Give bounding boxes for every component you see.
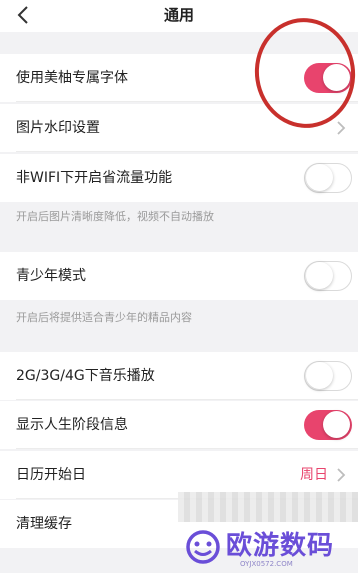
data-saving-note: 开启后图片清晰度降低，视频不自动播放 bbox=[16, 210, 214, 223]
toggle-knob bbox=[323, 411, 350, 438]
row-label: 日历开始日 bbox=[16, 467, 86, 483]
row-data-saving[interactable]: 非WIFI下开启省流量功能 bbox=[0, 154, 358, 202]
blurred-region bbox=[178, 492, 358, 522]
row-label: 非WIFI下开启省流量功能 bbox=[16, 170, 173, 186]
row-label: 显示人生阶段信息 bbox=[16, 417, 128, 433]
row-music-playback[interactable]: 2G/3G/4G下音乐播放 bbox=[0, 352, 358, 400]
watermark-logo-icon bbox=[186, 530, 220, 564]
row-label: 图片水印设置 bbox=[16, 120, 100, 136]
chevron-right-icon bbox=[337, 121, 346, 135]
watermark-subtext: OYJX0572.COM bbox=[240, 560, 293, 568]
watermark: 欧游数码 OYJX0572.COM bbox=[180, 522, 358, 573]
row-teen-mode[interactable]: 青少年模式 bbox=[0, 252, 358, 300]
chevron-right-icon bbox=[337, 468, 346, 482]
row-label: 2G/3G/4G下音乐播放 bbox=[16, 368, 155, 384]
row-life-stage[interactable]: 显示人生阶段信息 bbox=[0, 401, 358, 449]
row-label: 青少年模式 bbox=[16, 268, 86, 284]
music-playback-toggle[interactable] bbox=[304, 361, 352, 391]
row-label: 清理缓存 bbox=[16, 516, 72, 532]
divider bbox=[16, 448, 358, 449]
divider bbox=[16, 151, 358, 152]
life-stage-toggle[interactable] bbox=[304, 410, 352, 440]
toggle-knob bbox=[306, 262, 333, 289]
toggle-knob bbox=[306, 362, 333, 389]
divider bbox=[16, 399, 358, 400]
data-saving-toggle[interactable] bbox=[304, 163, 352, 193]
row-label: 使用美柚专属字体 bbox=[16, 70, 128, 86]
watermark-text: 欧游数码 bbox=[226, 531, 335, 561]
teen-mode-toggle[interactable] bbox=[304, 261, 352, 291]
teen-mode-note: 开启后将提供适合青少年的精品内容 bbox=[16, 311, 192, 324]
toggle-knob bbox=[306, 164, 333, 191]
